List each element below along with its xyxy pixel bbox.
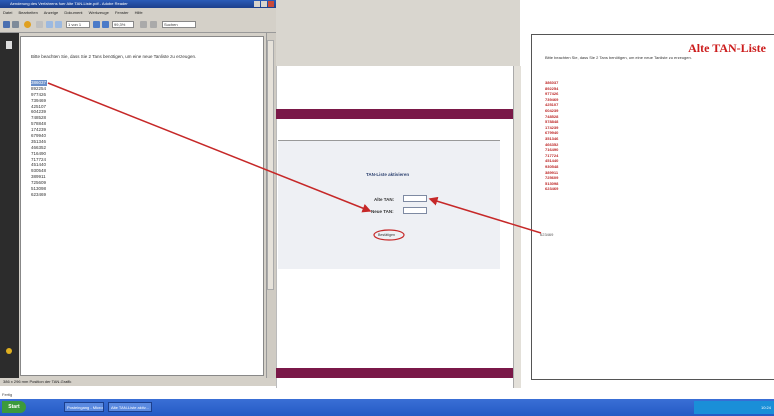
confirm-highlight-ellipse (373, 229, 405, 241)
annotation-overlay (47, 82, 542, 241)
arrow-to-old-tan (47, 82, 372, 213)
clock: 10:24 (760, 405, 771, 410)
taskbar-item-browser[interactable]: Alte TAN-Liste aktiv... (108, 402, 152, 412)
arrow-to-new-tan (428, 196, 542, 234)
taskbar-item-mail[interactable]: Posteingang - Micros... (64, 402, 104, 412)
system-tray: 10:24 (694, 401, 774, 414)
start-button[interactable]: Start (2, 401, 26, 413)
browser-status-text: Fertig (2, 392, 13, 397)
